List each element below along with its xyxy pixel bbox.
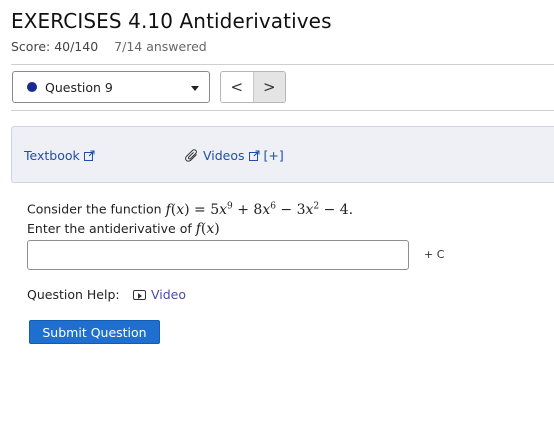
antiderivative-answer-input[interactable] <box>27 240 409 270</box>
videos-link-label: Videos <box>203 148 245 163</box>
instruction-prefix: Enter the antiderivative of <box>27 221 192 236</box>
help-video-label: Video <box>151 287 187 302</box>
divider <box>11 110 554 111</box>
question-nav-group: < > <box>220 71 286 103</box>
submit-question-button[interactable]: Submit Question <box>29 320 160 344</box>
external-link-icon <box>248 150 260 161</box>
external-link-icon <box>83 150 95 161</box>
question-help-label: Question Help: <box>27 287 120 302</box>
answered-count: 7/14 answered <box>114 39 207 54</box>
instruction-function: f(x) <box>195 221 220 237</box>
page-title: EXERCISES 4.10 Antiderivatives <box>11 9 332 33</box>
videos-expand-toggle[interactable]: [+] <box>264 148 284 163</box>
question-select[interactable]: Question 9 <box>12 71 210 103</box>
problem-statement: Consider the function f(x) = 5x9 + 8x6 −… <box>27 201 353 218</box>
videos-link[interactable]: Videos [+] <box>185 148 284 163</box>
divider <box>11 64 554 65</box>
function-expression: f(x) = 5x9 + 8x6 − 3x2 − 4. <box>165 201 354 218</box>
score-line: Score: 40/140 7/14 answered <box>11 39 207 54</box>
next-question-button[interactable]: > <box>253 72 285 102</box>
problem-instruction: Enter the antiderivative of f(x) <box>27 221 220 237</box>
resources-panel: Textbook Videos [+] <box>11 126 554 183</box>
problem-prefix: Consider the function <box>27 201 162 217</box>
previous-question-button[interactable]: < <box>221 72 254 102</box>
paperclip-icon <box>185 149 197 162</box>
help-video-link[interactable]: Video <box>133 287 186 302</box>
constant-label: + C <box>424 248 445 261</box>
score-text: Score: 40/140 <box>11 39 99 54</box>
textbook-link-label: Textbook <box>24 148 80 163</box>
question-status-dot-icon <box>27 82 37 92</box>
textbook-link[interactable]: Textbook <box>24 148 95 163</box>
question-select-label: Question 9 <box>45 80 113 95</box>
chevron-down-icon <box>191 86 199 91</box>
video-play-icon <box>133 290 146 300</box>
